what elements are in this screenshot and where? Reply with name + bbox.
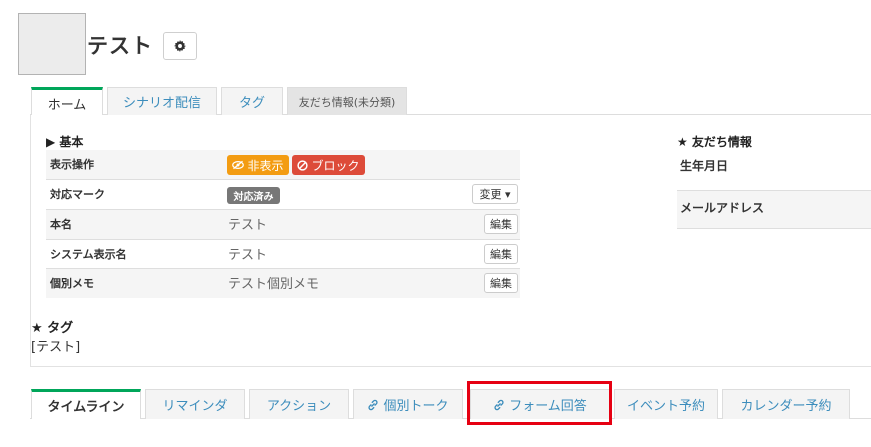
gear-icon: [174, 40, 186, 52]
block-button-label: ブロック: [311, 158, 360, 173]
row-label: 表示操作: [50, 158, 94, 171]
tab-scenario-label: シナリオ配信: [122, 96, 201, 111]
settings-button[interactable]: [163, 32, 197, 60]
tab-home[interactable]: ホーム: [31, 87, 103, 116]
avatar: [18, 13, 86, 75]
tab-individual-talk-label: 個別トーク: [383, 399, 449, 414]
tab-friend-info-label: 友だち情報(未分類): [298, 95, 396, 109]
tab-event-booking[interactable]: イベント予約: [614, 389, 718, 419]
tags-title: ★ タグ: [31, 321, 74, 336]
support-status-badge: 対応済み: [227, 187, 280, 204]
highlight-box: [467, 381, 612, 425]
tab-event-booking-label: イベント予約: [626, 399, 705, 414]
birthday-label: 生年月日: [680, 159, 729, 173]
hide-button[interactable]: 非表示: [227, 155, 289, 175]
email-label: メールアドレス: [680, 201, 765, 215]
tab-timeline-label: タイムライン: [47, 400, 125, 415]
profile-name: テスト: [87, 34, 153, 58]
tab-scenario[interactable]: シナリオ配信: [107, 87, 217, 115]
tab-reminder[interactable]: リマインダ: [145, 389, 245, 419]
edit-system-name-button[interactable]: 編集: [484, 244, 518, 264]
change-dropdown-button[interactable]: 変更 ▾: [472, 184, 518, 204]
edit-real-name-button[interactable]: 編集: [484, 214, 518, 234]
edit-memo-button[interactable]: 編集: [484, 273, 518, 293]
tab-action[interactable]: アクション: [249, 389, 349, 419]
row-label: 本名: [50, 218, 72, 231]
block-button[interactable]: ブロック: [292, 155, 365, 175]
tab-tags-label: タグ: [238, 96, 265, 111]
tab-reminder-label: リマインダ: [162, 399, 228, 414]
tab-tags[interactable]: タグ: [221, 87, 283, 115]
row-real-name: [46, 210, 520, 239]
ban-icon: [297, 159, 309, 171]
system-name-value: テスト: [228, 248, 268, 263]
memo-value: テスト個別メモ: [228, 277, 320, 292]
real-name-value: テスト: [228, 218, 268, 233]
friend-info-title: ★ 友だち情報: [677, 135, 752, 149]
field-divider: [677, 228, 871, 229]
row-support-mark: [46, 180, 520, 209]
tab-calendar-booking[interactable]: カレンダー予約: [722, 389, 850, 419]
tab-individual-talk[interactable]: 個別トーク: [353, 389, 463, 419]
row-label: システム表示名: [50, 248, 127, 261]
basic-section-title: ▶ 基本: [46, 135, 84, 149]
tags-value: [テスト]: [31, 340, 81, 355]
row-label: 個別メモ: [50, 277, 94, 290]
tab-timeline[interactable]: タイムライン: [31, 389, 141, 419]
row-label: 対応マーク: [50, 188, 105, 201]
eye-slash-icon: [232, 160, 245, 170]
tab-action-label: アクション: [266, 399, 332, 414]
tab-friend-info[interactable]: 友だち情報(未分類): [287, 87, 407, 115]
hide-button-label: 非表示: [247, 158, 284, 173]
tab-calendar-booking-label: カレンダー予約: [740, 399, 832, 414]
tab-home-label: ホーム: [47, 97, 87, 113]
link-icon: [368, 399, 379, 410]
